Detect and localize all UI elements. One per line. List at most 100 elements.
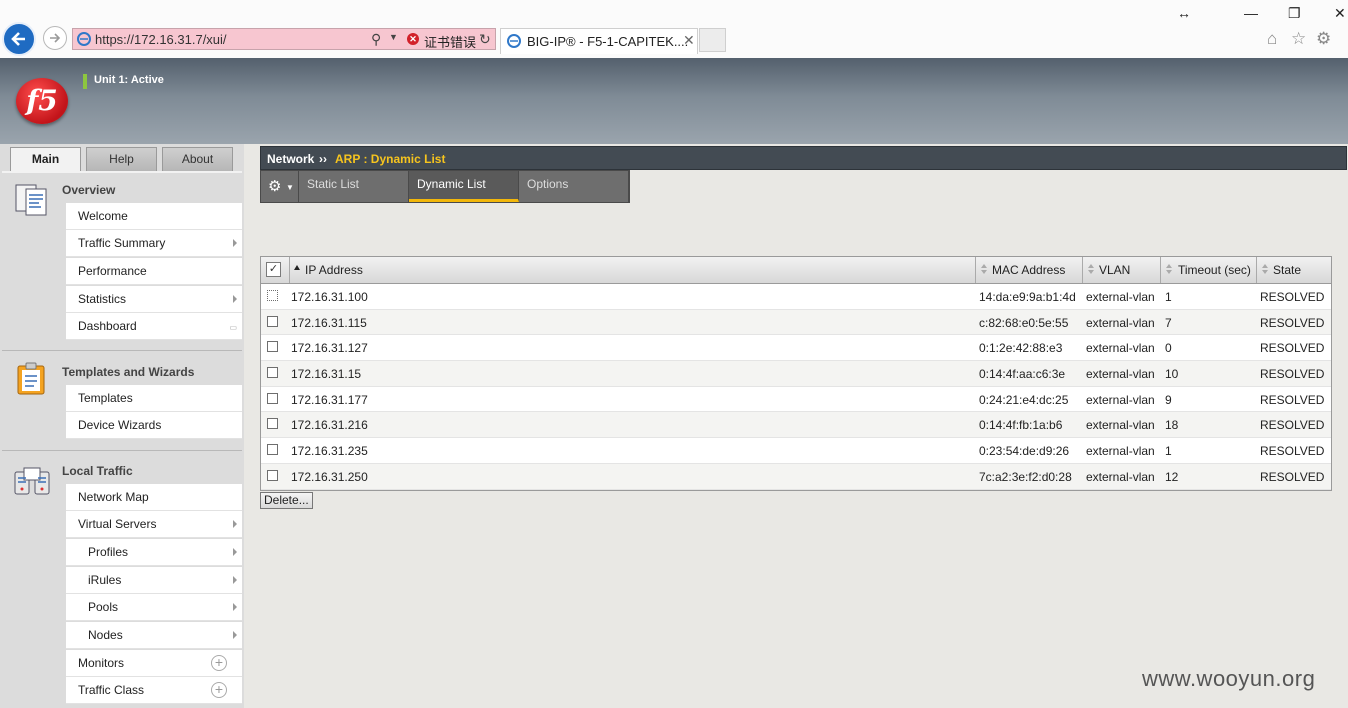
sidebar-item-performance[interactable]: Performance bbox=[66, 258, 242, 285]
tab-about[interactable]: About bbox=[162, 147, 233, 171]
close-icon[interactable]: ✕ bbox=[683, 32, 695, 49]
column-mac-address[interactable]: MAC Address bbox=[975, 257, 1082, 283]
cell-ip-address[interactable]: 172.16.31.127 bbox=[291, 341, 368, 355]
sidebar-item-irules[interactable]: iRules bbox=[66, 567, 242, 594]
status-indicator bbox=[83, 74, 87, 89]
gear-menu-button[interactable]: ⚙ ▼ bbox=[261, 171, 299, 202]
table-row[interactable]: 172.16.31.100 14:da:e9:9a:b1:4d external-v… bbox=[261, 284, 1331, 310]
sidebar-item-statistics[interactable]: Statistics bbox=[66, 286, 242, 313]
address-bar[interactable]: https://172.16.31.7/xui/ ⚲ ▼ ✕ 证书错误 ↻ bbox=[72, 28, 496, 50]
cell-timeout: 1 bbox=[1165, 444, 1172, 459]
sidebar-item-pools[interactable]: Pools bbox=[66, 594, 242, 621]
sidebar-item-label: Statistics bbox=[78, 292, 127, 306]
restore-button[interactable]: ❐ bbox=[1288, 5, 1301, 22]
column-vlan[interactable]: VLAN bbox=[1082, 257, 1160, 283]
delete-button[interactable]: Delete... bbox=[260, 492, 313, 509]
tab-main[interactable]: Main bbox=[10, 147, 81, 171]
sidebar-item-label: Device Wizards bbox=[78, 418, 162, 432]
cell-ip-address[interactable]: 172.16.31.177 bbox=[291, 393, 368, 407]
row-checkbox[interactable] bbox=[267, 367, 278, 379]
cell-timeout: 18 bbox=[1165, 418, 1179, 433]
new-tab-button[interactable] bbox=[699, 28, 726, 52]
column-state[interactable]: State bbox=[1256, 257, 1331, 283]
table-row[interactable]: 172.16.31.250 7c:a2:3e:f2:d0:28 external-v… bbox=[261, 463, 1331, 490]
arp-table: ✓ IP Address MAC Address VLAN Timeout (s… bbox=[260, 256, 1332, 491]
chevron-down-icon[interactable]: ▼ bbox=[389, 32, 398, 42]
refresh-icon[interactable]: ↻ bbox=[479, 31, 491, 48]
table-row[interactable]: 172.16.31.127 0:1:2e:42:88:e3 external-vla… bbox=[261, 335, 1331, 362]
ie-page-icon bbox=[77, 32, 91, 46]
row-checkbox[interactable] bbox=[267, 341, 278, 353]
cell-state: RESOLVED bbox=[1260, 315, 1325, 330]
favorites-star-icon[interactable]: ☆ bbox=[1291, 29, 1306, 49]
breadcrumb-section[interactable]: Network bbox=[267, 152, 314, 166]
sidebar-item-dashboard[interactable]: Dashboard ▭ bbox=[66, 313, 242, 340]
column-timeout[interactable]: Timeout (sec) bbox=[1160, 257, 1256, 283]
browser-tab[interactable]: BIG-IP® - F5-1-CAPITEK.... ✕ bbox=[500, 28, 698, 54]
cell-timeout: 9 bbox=[1165, 392, 1172, 407]
column-ip-address[interactable]: IP Address bbox=[289, 257, 975, 283]
sidebar-item-templates[interactable]: Templates bbox=[66, 385, 242, 412]
row-checkbox[interactable] bbox=[267, 392, 278, 404]
cell-ip-address[interactable]: 172.16.31.100 bbox=[291, 290, 368, 304]
cert-error-icon[interactable]: ✕ bbox=[407, 33, 419, 45]
cell-ip-address[interactable]: 172.16.31.250 bbox=[291, 470, 368, 484]
back-button[interactable] bbox=[2, 22, 36, 56]
plus-icon[interactable]: + bbox=[211, 682, 227, 698]
resize-icon[interactable]: ↔ bbox=[1177, 5, 1191, 21]
tab-dynamic-list[interactable]: Dynamic List bbox=[409, 171, 519, 202]
sidebar-item-label: Dashboard bbox=[78, 319, 137, 333]
cell-mac-address: 7c:a2:3e:f2:d0:28 bbox=[979, 469, 1072, 484]
table-row[interactable]: 172.16.31.15 0:14:4f:aa:c6:3e external-vla… bbox=[261, 361, 1331, 387]
row-checkbox[interactable] bbox=[267, 444, 278, 456]
cell-ip-address[interactable]: 172.16.31.235 bbox=[291, 444, 368, 458]
sidebar-item-profiles[interactable]: Profiles bbox=[66, 539, 242, 566]
close-window-button[interactable]: ✕ bbox=[1334, 5, 1346, 22]
section-divider bbox=[2, 450, 242, 451]
sort-icon bbox=[1166, 270, 1172, 274]
cell-state: RESOLVED bbox=[1260, 469, 1325, 484]
sidebar-item-label: Nodes bbox=[88, 628, 123, 642]
select-all-checkbox[interactable]: ✓ bbox=[266, 262, 281, 277]
sidebar-item-nodes[interactable]: Nodes bbox=[66, 622, 242, 649]
subtab-bar: ⚙ ▼ Static List Dynamic List Options bbox=[260, 170, 630, 203]
sidebar-item-traffic-class[interactable]: Traffic Class + bbox=[66, 677, 242, 704]
sidebar-item-virtual-servers[interactable]: Virtual Servers bbox=[66, 511, 242, 538]
sidebar-item-device-wizards[interactable]: Device Wizards bbox=[66, 412, 242, 439]
table-row[interactable]: 172.16.31.216 0:14:4f:fb:1a:b6 external-vl… bbox=[261, 412, 1331, 439]
minimize-button[interactable]: — bbox=[1244, 5, 1258, 21]
breadcrumb: Network ›› ARP : Dynamic List bbox=[260, 146, 1347, 170]
url-text[interactable]: https://172.16.31.7/xui/ bbox=[95, 32, 227, 47]
gear-icon[interactable]: ⚙ bbox=[1316, 29, 1331, 49]
cell-timeout: 7 bbox=[1165, 315, 1172, 330]
tab-label: Dynamic List bbox=[417, 177, 486, 191]
tab-options[interactable]: Options bbox=[519, 171, 629, 202]
table-row[interactable]: 172.16.31.177 0:24:21:e4:dc:25 external-vl… bbox=[261, 387, 1331, 413]
tab-static-list[interactable]: Static List bbox=[299, 171, 409, 202]
cell-state: RESOLVED bbox=[1260, 418, 1325, 433]
tab-label: Static List bbox=[307, 177, 360, 191]
row-checkbox[interactable] bbox=[267, 315, 278, 327]
sidebar-item-welcome[interactable]: Welcome bbox=[66, 203, 242, 230]
table-row[interactable]: 172.16.31.235 0:23:54:de:d9:26 external-vl… bbox=[261, 438, 1331, 464]
sidebar-item-network-map[interactable]: Network Map bbox=[66, 484, 242, 511]
cell-ip-address[interactable]: 172.16.31.115 bbox=[291, 316, 367, 330]
section-title-local-traffic: Local Traffic bbox=[62, 464, 133, 478]
cell-timeout: 10 bbox=[1165, 367, 1179, 382]
cert-error-label[interactable]: 证书错误 bbox=[424, 32, 476, 51]
table-row[interactable]: 172.16.31.115 c:82:68:e0:5e:55 external-vl… bbox=[261, 309, 1331, 336]
search-icon[interactable]: ⚲ bbox=[371, 31, 381, 48]
sort-icon bbox=[1088, 270, 1094, 274]
plus-icon[interactable]: + bbox=[211, 655, 227, 671]
forward-button[interactable] bbox=[43, 26, 67, 50]
row-checkbox[interactable] bbox=[267, 290, 278, 301]
row-checkbox[interactable] bbox=[267, 418, 278, 430]
cell-ip-address[interactable]: 172.16.31.216 bbox=[291, 418, 368, 432]
unit-status: Unit 1: Active bbox=[94, 74, 164, 86]
sidebar-item-traffic-summary[interactable]: Traffic Summary bbox=[66, 230, 242, 257]
row-checkbox[interactable] bbox=[267, 469, 278, 481]
cell-ip-address[interactable]: 172.16.31.15 bbox=[291, 367, 361, 381]
home-icon[interactable]: ⌂ bbox=[1267, 29, 1277, 49]
tab-help[interactable]: Help bbox=[86, 147, 157, 171]
sidebar-item-monitors[interactable]: Monitors + bbox=[66, 650, 242, 677]
